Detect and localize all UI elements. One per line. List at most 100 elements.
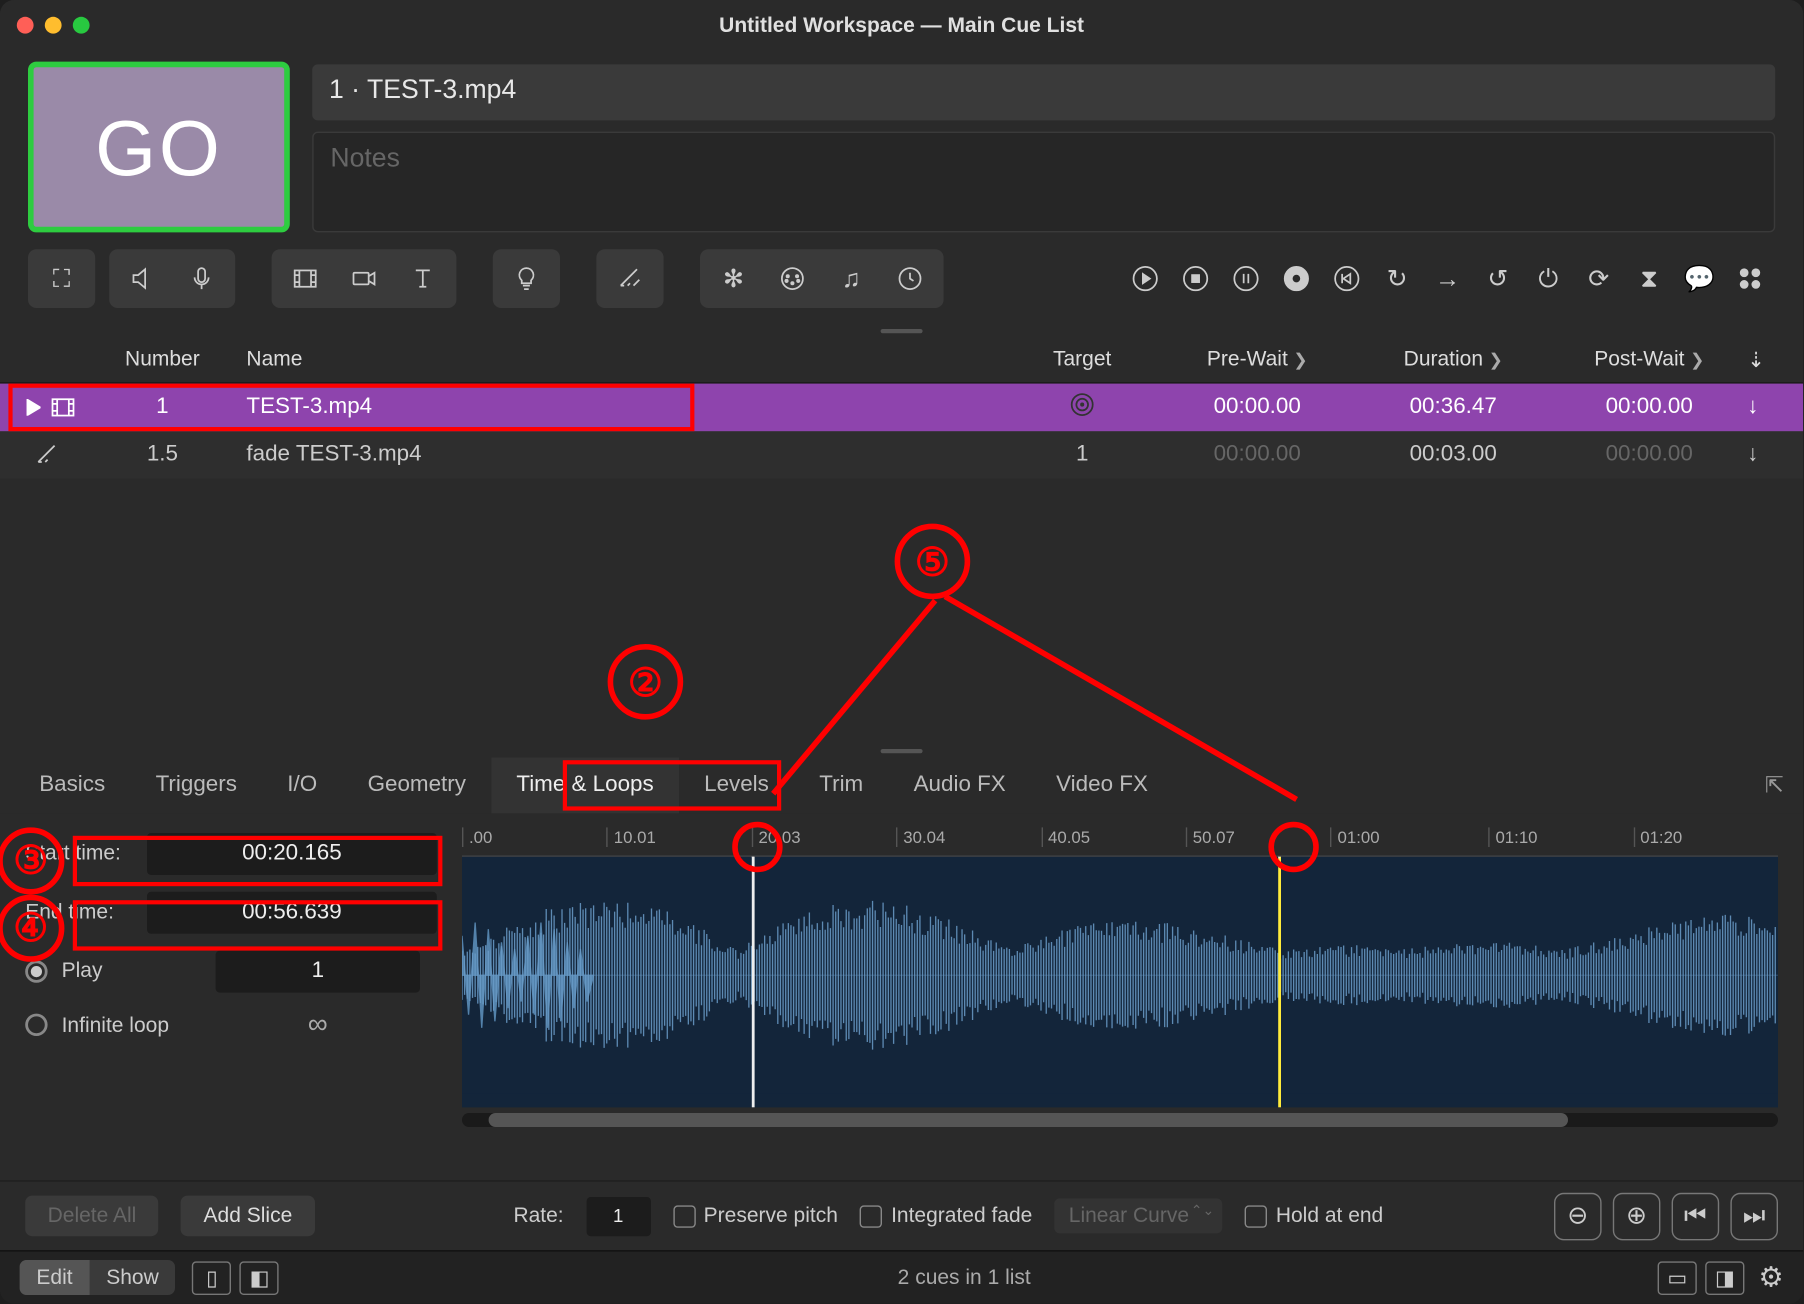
goto-icon[interactable]: → bbox=[1425, 258, 1470, 300]
power-icon[interactable]: ⏻ bbox=[1526, 258, 1571, 300]
waveform[interactable] bbox=[462, 855, 1778, 1107]
tab-basics[interactable]: Basics bbox=[14, 757, 130, 813]
go-button[interactable]: GO bbox=[28, 62, 290, 233]
previous-icon[interactable] bbox=[1324, 258, 1369, 300]
annotation-5: ⑤ bbox=[895, 524, 971, 600]
infinite-label: Infinite loop bbox=[62, 1013, 216, 1037]
popout-icon[interactable]: ⇱ bbox=[1765, 771, 1784, 799]
infinite-loop-row[interactable]: Infinite loop ∞ bbox=[25, 1009, 437, 1041]
timecode-cue-icon[interactable] bbox=[882, 258, 938, 300]
cue-duration: 00:36.47 bbox=[1355, 395, 1551, 420]
delete-all-button[interactable]: Delete All bbox=[25, 1196, 159, 1237]
infinite-radio[interactable] bbox=[25, 1014, 47, 1036]
start-time-field: Start time: bbox=[25, 832, 437, 874]
midi-file-cue-icon[interactable]: ♫ bbox=[823, 258, 879, 300]
fade-cue-icon[interactable] bbox=[602, 258, 658, 300]
edit-show-toggle[interactable]: Edit Show bbox=[20, 1260, 176, 1295]
play-radio[interactable] bbox=[25, 960, 47, 982]
col-prewait[interactable]: Pre-Wait❯ bbox=[1159, 347, 1355, 371]
play-indicator-icon bbox=[0, 393, 95, 421]
hold-at-end-checkbox[interactable]: Hold at end bbox=[1245, 1204, 1383, 1228]
curve-select: Linear Curve bbox=[1055, 1198, 1223, 1233]
show-mode-button[interactable]: Show bbox=[89, 1260, 175, 1295]
next-slice-icon[interactable]: ⏭ bbox=[1730, 1192, 1778, 1240]
tab-triggers[interactable]: Triggers bbox=[130, 757, 262, 813]
gear-icon[interactable]: ⚙ bbox=[1758, 1260, 1783, 1295]
col-target[interactable]: Target bbox=[1005, 347, 1159, 371]
layout-b-icon[interactable]: ◧ bbox=[240, 1261, 279, 1295]
timer-icon[interactable]: ⧗ bbox=[1627, 258, 1672, 300]
add-slice-button[interactable]: Add Slice bbox=[181, 1196, 315, 1237]
view-a-icon[interactable]: ▭ bbox=[1658, 1261, 1697, 1295]
continue-mode-icon[interactable]: ↓ bbox=[1747, 395, 1803, 420]
mic-cue-icon[interactable] bbox=[174, 258, 230, 300]
cue-list-header: Number Name Target Pre-Wait❯ Duration❯ P… bbox=[0, 336, 1803, 384]
chat-icon[interactable]: 💬 bbox=[1677, 258, 1722, 300]
pause-icon[interactable] bbox=[1224, 258, 1269, 300]
network-cue-icon[interactable]: ✻ bbox=[706, 258, 762, 300]
tab-trim[interactable]: Trim bbox=[794, 757, 888, 813]
cue-title-field[interactable]: 1 · TEST-3.mp4 bbox=[312, 64, 1775, 120]
minimize-icon[interactable] bbox=[45, 17, 62, 34]
close-icon[interactable] bbox=[17, 17, 34, 34]
waveform-scrollbar[interactable] bbox=[462, 1112, 1778, 1126]
prev-slice-icon[interactable]: ⏮ bbox=[1672, 1192, 1720, 1240]
integrated-fade-checkbox[interactable]: Integrated fade bbox=[860, 1204, 1032, 1228]
col-duration[interactable]: Duration❯ bbox=[1355, 347, 1551, 371]
view-b-icon[interactable]: ◨ bbox=[1705, 1261, 1744, 1295]
start-time-input[interactable] bbox=[147, 832, 437, 874]
remove-slice-icon[interactable]: ⊖ bbox=[1554, 1192, 1602, 1240]
splitter-grip[interactable] bbox=[0, 325, 1803, 336]
midi-cue-icon[interactable] bbox=[764, 258, 820, 300]
redo-icon[interactable]: ↻ bbox=[1375, 258, 1420, 300]
ruler-tick: 40.05 bbox=[1041, 827, 1090, 847]
tab-video-fx[interactable]: Video FX bbox=[1031, 757, 1173, 813]
play-label: Play bbox=[62, 959, 216, 983]
fade-cue-row-icon bbox=[0, 441, 95, 469]
light-cue-icon[interactable] bbox=[498, 258, 554, 300]
video-cue-icon[interactable] bbox=[277, 258, 333, 300]
maximize-icon[interactable] bbox=[73, 17, 90, 34]
cue-row[interactable]: 1.5 fade TEST-3.mp4 1 00:00.00 00:03.00 … bbox=[0, 431, 1803, 479]
record-icon[interactable] bbox=[1274, 258, 1319, 300]
notes-field[interactable]: Notes bbox=[312, 132, 1775, 233]
cue-number: 1.5 bbox=[95, 442, 229, 467]
sync-icon[interactable]: ⟳ bbox=[1576, 258, 1621, 300]
edit-mode-button[interactable]: Edit bbox=[20, 1260, 90, 1295]
end-time-input[interactable] bbox=[147, 891, 437, 933]
rate-input[interactable] bbox=[586, 1196, 650, 1235]
camera-cue-icon[interactable] bbox=[336, 258, 392, 300]
timeline-ruler[interactable]: .00 10.01 20.03 30.04 40.05 50.07 01:00 … bbox=[462, 824, 1778, 855]
start-time-label: Start time: bbox=[25, 841, 133, 865]
end-marker[interactable] bbox=[1278, 855, 1281, 1107]
col-name[interactable]: Name bbox=[230, 347, 1006, 371]
audio-cue-icon[interactable] bbox=[115, 258, 171, 300]
tab-io[interactable]: I/O bbox=[262, 757, 342, 813]
ruler-tick: 30.04 bbox=[896, 827, 945, 847]
fullscreen-icon[interactable]: ⛶ bbox=[34, 258, 90, 300]
preserve-pitch-checkbox[interactable]: Preserve pitch bbox=[673, 1204, 838, 1228]
ruler-tick: 01:00 bbox=[1331, 827, 1380, 847]
play-count-row[interactable]: Play 1 bbox=[25, 950, 437, 992]
loop-a-icon[interactable]: ↺ bbox=[1476, 258, 1521, 300]
cue-name: fade TEST-3.mp4 bbox=[230, 442, 1006, 467]
ruler-tick: 10.01 bbox=[607, 827, 656, 847]
play-icon[interactable] bbox=[1123, 258, 1168, 300]
status-text: 2 cues in 1 list bbox=[279, 1266, 1649, 1290]
start-marker[interactable] bbox=[752, 855, 755, 1107]
inspector-grip[interactable] bbox=[0, 746, 1803, 757]
stop-icon[interactable] bbox=[1173, 258, 1218, 300]
layout-a-icon[interactable]: ▯ bbox=[192, 1261, 231, 1295]
cue-row[interactable]: 1 TEST-3.mp4 00:00.00 00:36.47 00:00.00 … bbox=[0, 384, 1803, 432]
col-number[interactable]: Number bbox=[95, 347, 229, 371]
col-postwait[interactable]: Post-Wait❯ bbox=[1551, 347, 1747, 371]
grid-icon[interactable] bbox=[1728, 258, 1773, 300]
tab-geometry[interactable]: Geometry bbox=[342, 757, 491, 813]
add-slice-icon[interactable]: ⊕ bbox=[1613, 1192, 1661, 1240]
continue-mode-icon[interactable]: ↓ bbox=[1747, 442, 1803, 467]
tab-time-loops[interactable]: Time & Loops bbox=[491, 757, 679, 813]
tab-audio-fx[interactable]: Audio FX bbox=[888, 757, 1031, 813]
text-cue-icon[interactable] bbox=[395, 258, 451, 300]
play-count-value[interactable]: 1 bbox=[216, 950, 420, 992]
tab-levels[interactable]: Levels bbox=[679, 757, 794, 813]
